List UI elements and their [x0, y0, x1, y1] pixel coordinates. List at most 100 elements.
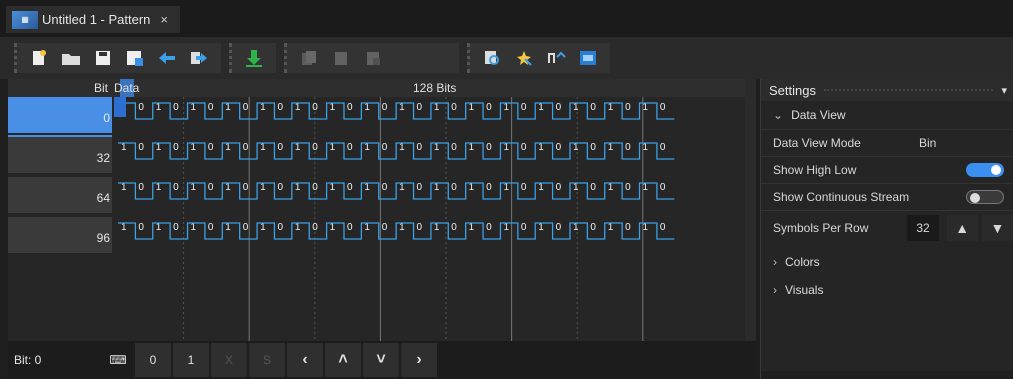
document-tab[interactable]: ▦ Untitled 1 - Pattern × [6, 6, 180, 33]
toolbar-group-load [229, 43, 276, 73]
bit-value-label: 0 [243, 102, 249, 113]
show-continuous-toggle[interactable] [966, 190, 1004, 204]
save-as-icon[interactable] [122, 46, 148, 70]
save-icon[interactable] [90, 46, 116, 70]
decrement-button[interactable]: ▼ [981, 214, 1013, 241]
bit-value-label: 0 [556, 142, 562, 153]
import-icon[interactable] [154, 46, 180, 70]
move-up-button[interactable]: ˄ [325, 343, 361, 377]
triangle-down-icon: ▼ [990, 219, 1005, 236]
export-icon[interactable] [186, 46, 212, 70]
move-right-button[interactable]: › [401, 343, 437, 377]
bit-count-label: 128 Bits [413, 81, 457, 95]
toolbar-group-edit [284, 43, 459, 73]
row-label-0[interactable]: 0 [8, 97, 112, 135]
chevron-left-icon: ‹ [302, 351, 308, 368]
bit-value-label: 0 [625, 142, 631, 153]
waveform-area[interactable]: 1010101010101010101010101010101010101010… [112, 97, 744, 351]
grip-dots[interactable] [823, 89, 994, 91]
bit-value-label: 0 [243, 222, 249, 233]
bit-value-label: 0 [173, 222, 179, 233]
move-down-button[interactable]: ˅ [363, 343, 399, 377]
bit-value-label: 0 [521, 102, 527, 113]
bit-value-label: 0 [243, 182, 249, 193]
copy-icon[interactable] [296, 46, 322, 70]
settings-title-bar: Settings ▾ [761, 79, 1013, 101]
pattern-vertical-scrollbar[interactable] [745, 79, 756, 351]
insert-icon[interactable] [543, 46, 569, 70]
key-0-button[interactable]: 0 [135, 343, 171, 377]
increment-button[interactable]: ▲ [946, 214, 978, 241]
colors-section[interactable]: › Colors [761, 248, 1013, 276]
key-s-button[interactable]: S [249, 343, 285, 377]
bit-value-label: 0 [347, 222, 353, 233]
bit-value-label: 0 [417, 182, 423, 193]
symbols-per-row-input[interactable]: 32 [907, 214, 939, 241]
toolbar-group-tools [467, 43, 610, 73]
bit-value-label: 0 [277, 222, 283, 233]
bit-value-label: 1 [156, 102, 162, 113]
bit-value-label: 1 [608, 102, 614, 113]
bit-value-label: 0 [312, 102, 318, 113]
export-data-icon[interactable] [575, 46, 601, 70]
new-icon[interactable] [26, 46, 52, 70]
row-label-64[interactable]: 64 [8, 177, 112, 215]
pattern-editor[interactable]: Bit Data 128 Bits 0 32 64 96 10101010101… [8, 79, 756, 370]
paste-special-icon[interactable] [360, 46, 386, 70]
chevron-right-icon: › [773, 255, 777, 269]
bit-value-label: 1 [260, 102, 266, 113]
key-x-button[interactable]: X [211, 343, 247, 377]
find-icon[interactable] [479, 46, 505, 70]
close-tab-icon[interactable]: × [160, 12, 168, 27]
bit-value-label: 0 [208, 182, 214, 193]
bit-value-label: 0 [208, 102, 214, 113]
bit-position-readout: Bit: 0 [14, 353, 42, 367]
dropdown-icon[interactable]: ▾ [1001, 84, 1007, 97]
bit-value-label: 0 [451, 222, 457, 233]
colors-section-label: Colors [785, 255, 820, 269]
row-label-32[interactable]: 32 [8, 137, 112, 175]
bit-value-label: 0 [590, 222, 596, 233]
bit-value-label: 0 [138, 142, 144, 153]
paste-icon[interactable] [328, 46, 354, 70]
data-column-header: Data [114, 81, 140, 95]
bit-value-label: 0 [521, 142, 527, 153]
bit-value-label: 0 [486, 222, 492, 233]
bit-value-label: 1 [538, 102, 544, 113]
show-high-low-toggle[interactable] [966, 163, 1004, 177]
data-view-mode-select[interactable]: Bin [911, 136, 1013, 150]
chevron-right-icon: › [416, 351, 422, 368]
bit-value-label: 0 [382, 142, 388, 153]
bit-value-label: 0 [521, 182, 527, 193]
bit-value-label: 0 [138, 222, 144, 233]
bit-value-label: 0 [312, 222, 318, 233]
pattern-header: Bit Data 128 Bits [8, 79, 756, 97]
toggle-knob [970, 193, 980, 203]
open-icon[interactable] [58, 46, 84, 70]
bit-value-label: 1 [573, 102, 579, 113]
chevron-down-icon: ˅ [376, 351, 386, 368]
key-1-button[interactable]: 1 [173, 343, 209, 377]
show-high-low-row: Show High Low [761, 156, 1013, 183]
data-view-section[interactable]: ⌄ Data View [761, 101, 1013, 129]
download-icon[interactable] [241, 46, 267, 70]
bit-value-label: 0 [556, 182, 562, 193]
visuals-section[interactable]: › Visuals [761, 276, 1013, 304]
symbols-per-row-row: Symbols Per Row 32 ▲ ▼ [761, 210, 1013, 244]
bit-value-label: 0 [486, 182, 492, 193]
bit-value-label: 0 [486, 102, 492, 113]
input-bar: Bit: 0 ⌨ 0 1 X S ‹ ˄ ˅ › [8, 341, 756, 379]
select-icon[interactable] [511, 46, 537, 70]
bit-value-label: 0 [277, 102, 283, 113]
move-left-button[interactable]: ‹ [287, 343, 323, 377]
toolbar-group-file [14, 43, 221, 73]
bit-value-label: 0 [382, 102, 388, 113]
bit-value-label: 0 [451, 142, 457, 153]
data-view-section-label: Data View [791, 108, 846, 122]
bit-value-label: 0 [347, 182, 353, 193]
bit-value-label: 0 [347, 102, 353, 113]
keyboard-icon[interactable]: ⌨ [103, 343, 133, 377]
settings-horizontal-scrollbar[interactable] [761, 371, 1013, 379]
row-label-96[interactable]: 96 [8, 217, 112, 255]
bit-value-label: 0 [382, 182, 388, 193]
